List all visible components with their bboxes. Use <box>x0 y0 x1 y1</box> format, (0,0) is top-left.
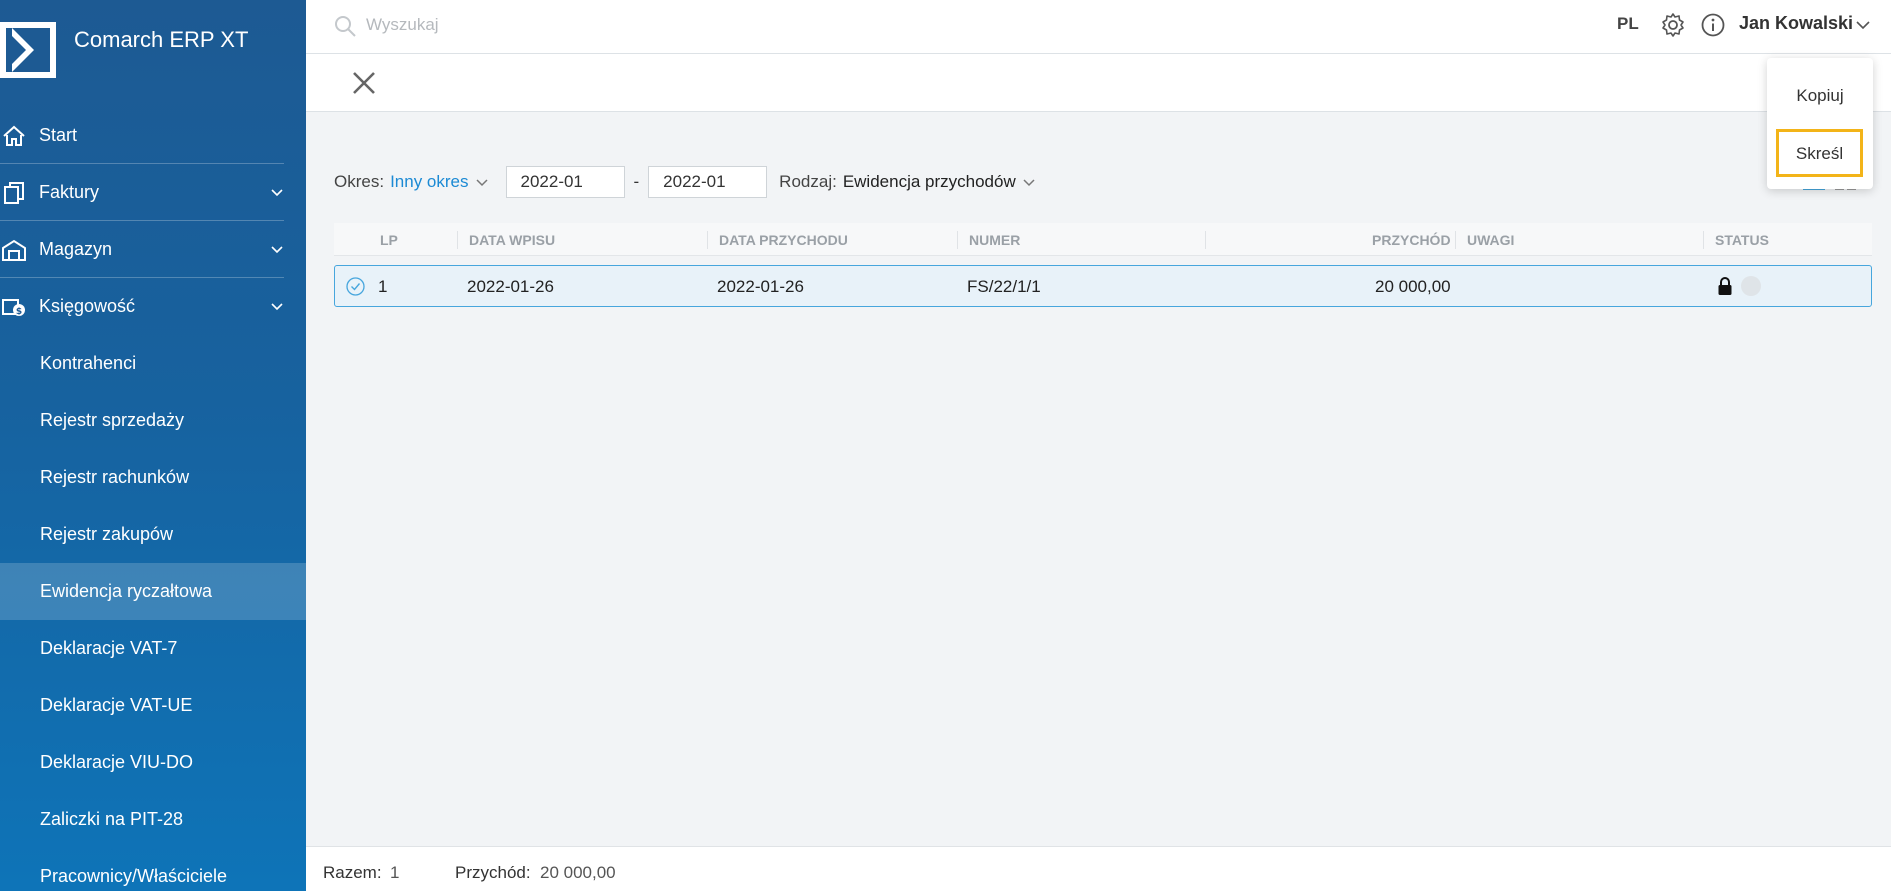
column-header-data-przychodu[interactable]: DATA PRZYCHODU <box>719 232 848 248</box>
coins-icon: $ <box>2 299 25 317</box>
row-selected-check-icon[interactable] <box>346 277 365 296</box>
column-divider <box>457 231 458 249</box>
type-label: Rodzaj: <box>779 172 837 191</box>
income-label: Przychód: <box>455 863 531 882</box>
column-divider <box>1455 231 1456 249</box>
table-header: LP DATA WPISU DATA PRZYCHODU NUMER PRZYC… <box>334 223 1872 256</box>
sidebar-subitem-label: Kontrahenci <box>40 353 137 373</box>
filter-bar: Okres: Inny okres - Rodzaj: Ewidencja pr… <box>334 166 1036 198</box>
sidebar-subitem-label: Deklaracje VIU-DO <box>40 752 194 772</box>
home-icon <box>3 125 25 146</box>
sidebar-subitem-deklaracje-viu-do[interactable]: Deklaracje VIU-DO <box>0 734 306 791</box>
chevron-down-icon[interactable] <box>475 175 489 189</box>
sidebar-item-ksiegowosc[interactable]: $ Księgowość <box>0 278 306 335</box>
chevron-down-icon <box>271 246 283 254</box>
period-label: Okres: <box>334 172 385 191</box>
column-divider <box>1205 231 1206 249</box>
status-indicator <box>1741 276 1761 296</box>
sidebar-subitem-label: Rejestr sprzedaży <box>40 410 185 430</box>
user-name[interactable]: Jan Kowalski <box>1739 13 1853 34</box>
sidebar-item-label: Faktury <box>39 182 100 202</box>
menu-item-skresl[interactable]: Skreśl <box>1776 129 1863 177</box>
sidebar-subitem-label: Zaliczki na PIT-28 <box>40 809 184 829</box>
column-divider <box>707 231 708 249</box>
toolbar <box>306 54 1891 112</box>
income-value: 20 000,00 <box>540 863 616 882</box>
sidebar-item-label: Księgowość <box>39 296 136 316</box>
documents-icon <box>4 182 24 204</box>
table-row[interactable]: 1 2022-01-26 2022-01-26 FS/22/1/1 20 000… <box>334 265 1872 307</box>
column-header-numer[interactable]: NUMER <box>969 232 1020 248</box>
column-header-data-wpisu[interactable]: DATA WPISU <box>469 232 555 248</box>
sidebar-subitem-label: Deklaracje VAT-UE <box>40 695 193 715</box>
sidebar-subitem-label: Rejestr rachunków <box>40 467 190 487</box>
chevron-down-icon[interactable] <box>1022 175 1036 189</box>
sidebar-subitem-rejestr-rachunkow[interactable]: Rejestr rachunków <box>0 449 306 506</box>
cell-przychod: 20 000,00 <box>1375 277 1451 296</box>
date-from-input[interactable] <box>505 166 625 198</box>
column-divider <box>957 231 958 249</box>
sidebar-subitem-label: Rejestr zakupów <box>40 524 174 544</box>
total-value: 1 <box>390 863 400 882</box>
type-select[interactable]: Ewidencja przychodów <box>843 172 1016 192</box>
warehouse-icon <box>2 239 26 261</box>
context-menu: Kopiuj Skreśl <box>1767 58 1873 189</box>
sidebar-subitem-rejestr-sprzedazy[interactable]: Rejestr sprzedaży <box>0 392 306 449</box>
sidebar-subitem-kontrahenci[interactable]: Kontrahenci <box>0 335 306 392</box>
search-icon <box>335 16 356 37</box>
sidebar-subitem-label: Ewidencja ryczałtowa <box>40 581 213 601</box>
lock-icon <box>1718 277 1732 295</box>
date-separator: - <box>633 172 640 191</box>
sidebar-subitem-rejestr-zakupow[interactable]: Rejestr zakupów <box>0 506 306 563</box>
cell-data-wpisu: 2022-01-26 <box>467 277 554 296</box>
period-select[interactable]: Inny okres <box>390 172 468 192</box>
total-label: Razem: <box>323 863 382 882</box>
close-icon[interactable] <box>349 68 379 98</box>
info-icon[interactable] <box>1700 12 1726 38</box>
column-header-lp[interactable]: LP <box>380 232 398 248</box>
chevron-down-icon <box>271 303 283 311</box>
sidebar-item-label: Start <box>39 125 78 145</box>
sidebar-subitem-label: Pracownicy/Właściciele <box>40 866 228 886</box>
search-input[interactable] <box>366 12 766 38</box>
column-divider <box>1703 231 1704 249</box>
sidebar-item-magazyn[interactable]: Magazyn <box>0 221 306 278</box>
date-to-input[interactable] <box>648 166 768 198</box>
column-header-status[interactable]: STATUS <box>1715 232 1769 248</box>
records-table: LP DATA WPISU DATA PRZYCHODU NUMER PRZYC… <box>334 223 1872 307</box>
topbar: PL Jan Kowalski <box>306 0 1891 54</box>
brand[interactable]: Comarch ERP XT <box>0 20 306 80</box>
summary-footer: Razem: 1 Przychód: 20 000,00 <box>306 846 1891 891</box>
chevron-down-icon[interactable] <box>1855 17 1871 33</box>
svg-text:$: $ <box>16 307 22 317</box>
sidebar-subitem-pracownicy[interactable]: Pracownicy/Właściciele <box>0 848 306 891</box>
sidebar: Comarch ERP XT Start Faktury Magazyn $ K… <box>0 0 306 891</box>
sidebar-item-start[interactable]: Start <box>0 107 306 164</box>
column-header-uwagi[interactable]: UWAGI <box>1467 232 1514 248</box>
sidebar-subitem-deklaracje-vat-7[interactable]: Deklaracje VAT-7 <box>0 620 306 677</box>
cell-numer: FS/22/1/1 <box>967 277 1041 296</box>
chevron-down-icon <box>271 189 283 197</box>
cell-lp: 1 <box>378 277 388 296</box>
sidebar-item-faktury[interactable]: Faktury <box>0 164 306 221</box>
cell-data-przychodu: 2022-01-26 <box>717 277 804 296</box>
sidebar-subitem-deklaracje-vat-ue[interactable]: Deklaracje VAT-UE <box>0 677 306 734</box>
sidebar-item-label: Magazyn <box>39 239 113 259</box>
column-header-przychod[interactable]: PRZYCHÓD <box>1372 232 1451 248</box>
sidebar-subitem-ewidencja-ryczaltowa[interactable]: Ewidencja ryczałtowa <box>0 563 306 620</box>
sidebar-subitem-label: Deklaracje VAT-7 <box>40 638 178 658</box>
app-name: Comarch ERP XT <box>74 27 249 52</box>
comarch-logo-icon <box>0 22 56 78</box>
menu-item-kopiuj[interactable]: Kopiuj <box>1767 86 1873 106</box>
gear-icon[interactable] <box>1660 12 1686 38</box>
sidebar-nav: Start Faktury Magazyn $ Księgowość Kontr… <box>0 107 306 891</box>
language-switch[interactable]: PL <box>1617 14 1639 34</box>
sidebar-subitem-zaliczki-pit-28[interactable]: Zaliczki na PIT-28 <box>0 791 306 848</box>
